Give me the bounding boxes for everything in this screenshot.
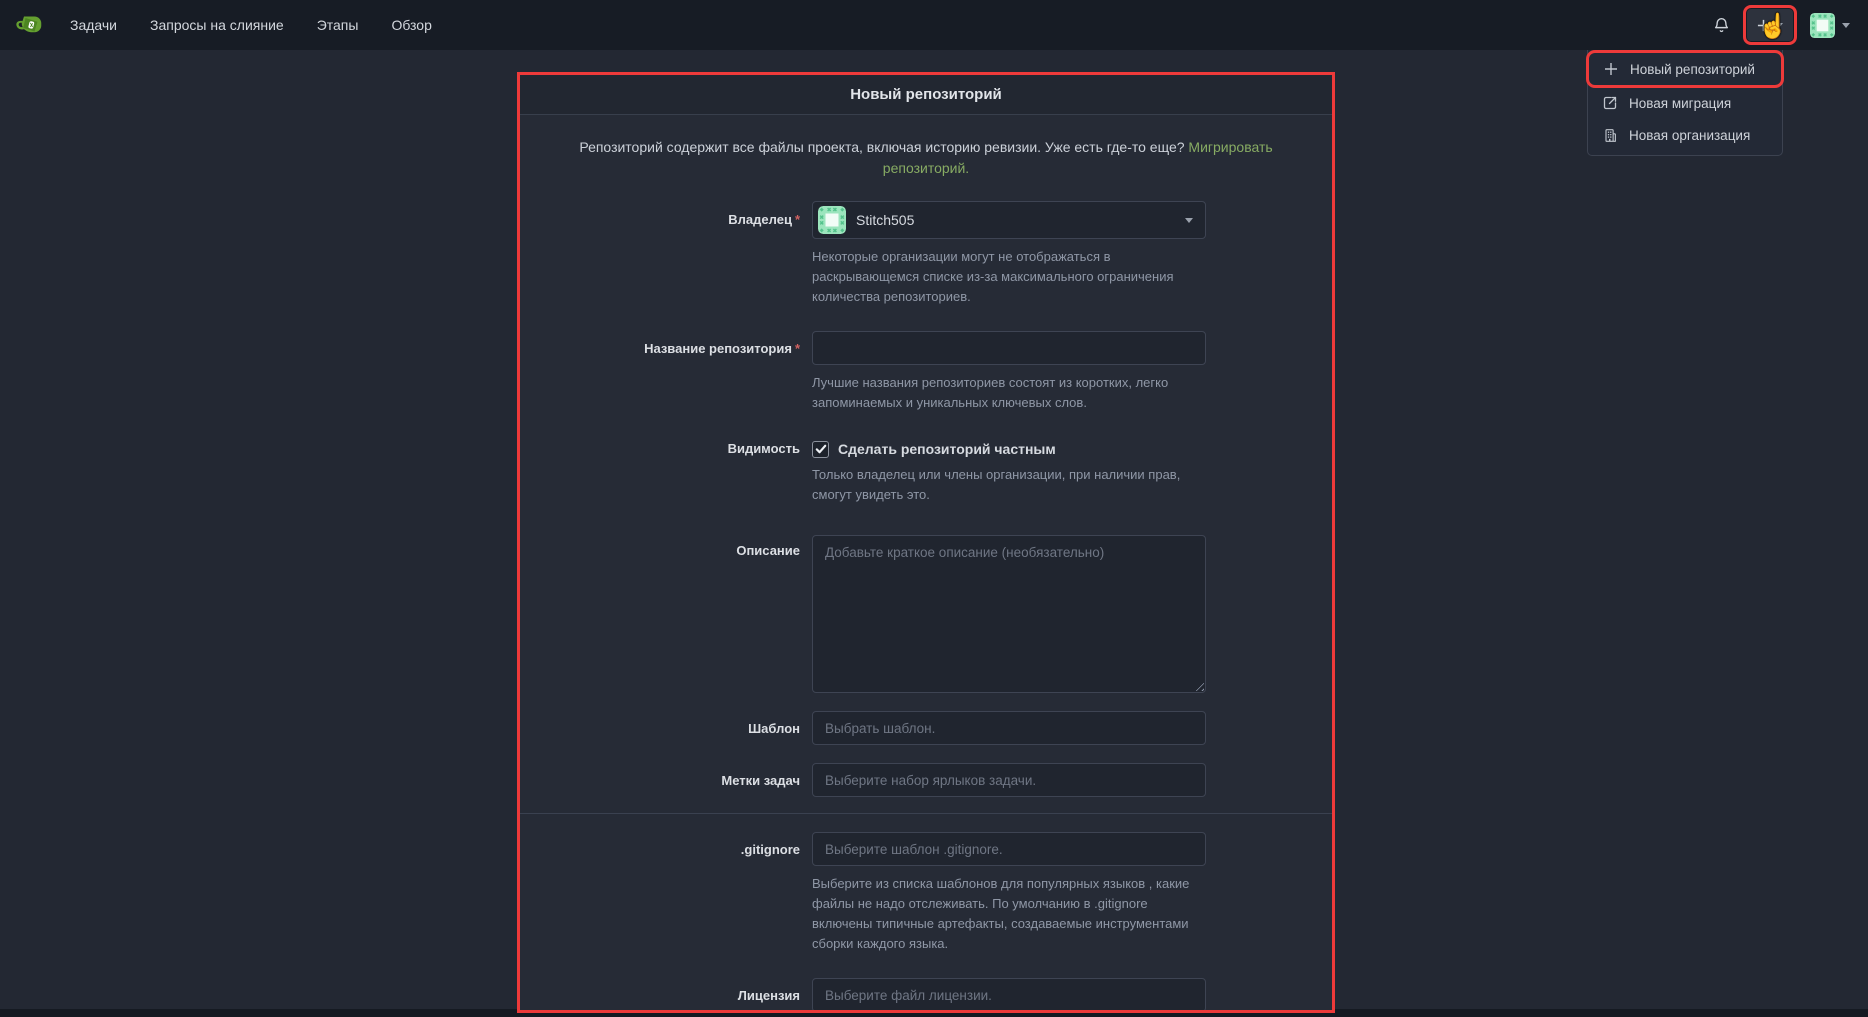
page-title: Новый репозиторий xyxy=(850,86,1002,103)
intro-text: Репозиторий содержит все файлы проекта, … xyxy=(564,137,1288,179)
annotation-box-plus-button xyxy=(1743,5,1797,45)
primary-nav: Задачи Запросы на слияние Этапы Обзор xyxy=(70,17,432,33)
nav-milestones[interactable]: Этапы xyxy=(317,17,359,33)
issue-labels-label: Метки задач xyxy=(544,763,800,797)
organization-icon xyxy=(1602,128,1618,143)
chevron-down-icon xyxy=(1842,23,1850,28)
gitignore-select[interactable] xyxy=(812,832,1206,866)
required-marker: * xyxy=(795,212,800,227)
owner-select[interactable]: Stitch505 xyxy=(812,201,1206,239)
notifications-bell-icon[interactable] xyxy=(1713,16,1730,35)
owner-value: Stitch505 xyxy=(856,212,1185,228)
license-select[interactable] xyxy=(812,978,1206,1012)
owner-field: Владелец* xyxy=(544,201,1308,307)
intro-sentence: Репозиторий содержит все файлы проекта, … xyxy=(579,139,1184,155)
private-checkbox-label[interactable]: Сделать репозиторий частным xyxy=(838,441,1056,457)
template-select[interactable] xyxy=(812,711,1206,745)
menu-item-new-repository[interactable]: Новый репозиторий xyxy=(1589,53,1781,85)
section-divider xyxy=(520,813,1332,814)
visibility-label: Видимость xyxy=(544,439,800,505)
nav-pull-requests[interactable]: Запросы на слияние xyxy=(150,17,284,33)
license-label: Лицензия xyxy=(544,978,800,1013)
gitignore-field: .gitignore Выберите из списка шаблонов д… xyxy=(544,832,1308,954)
menu-item-label: Новая организация xyxy=(1629,128,1750,143)
gitea-logo-icon[interactable] xyxy=(15,12,42,39)
migrate-icon xyxy=(1602,95,1618,111)
menu-item-new-organization[interactable]: Новая организация xyxy=(1588,119,1782,151)
required-marker: * xyxy=(795,341,800,356)
visibility-field: Видимость Сделать репозиторий частным То… xyxy=(544,439,1308,505)
owner-help: Некоторые организации могут не отображат… xyxy=(812,247,1206,307)
owner-label: Владелец* xyxy=(544,201,800,307)
issue-labels-field: Метки задач xyxy=(544,763,1308,797)
user-avatar xyxy=(1810,13,1835,38)
repo-name-input[interactable] xyxy=(812,331,1206,365)
create-new-button[interactable] xyxy=(1747,9,1793,41)
repo-name-field: Название репозитория* Лучшие названия ре… xyxy=(544,331,1308,413)
menu-item-new-migration[interactable]: Новая миграция xyxy=(1588,87,1782,119)
visibility-help: Только владелец или члены организации, п… xyxy=(812,465,1206,505)
chevron-down-icon xyxy=(1185,218,1193,223)
navbar: Задачи Запросы на слияние Этапы Обзор xyxy=(0,0,1868,50)
repo-name-label: Название репозитория* xyxy=(544,331,800,413)
panel-body: Репозиторий содержит все файлы проекта, … xyxy=(520,115,1332,1013)
panel-header: Новый репозиторий xyxy=(520,75,1332,115)
plus-icon xyxy=(1603,62,1619,76)
private-checkbox[interactable] xyxy=(812,441,829,458)
template-field: Шаблон xyxy=(544,711,1308,745)
description-label: Описание xyxy=(544,535,800,693)
user-menu[interactable] xyxy=(1810,13,1850,38)
gitignore-label: .gitignore xyxy=(544,832,800,954)
description-textarea[interactable] xyxy=(812,535,1206,693)
menu-item-label: Новая миграция xyxy=(1629,96,1731,111)
chevron-down-icon xyxy=(1775,23,1783,28)
plus-icon xyxy=(1757,19,1770,32)
description-field: Описание xyxy=(544,535,1308,693)
template-label: Шаблон xyxy=(544,711,800,745)
license-field: Лицензия Лицензия определяет, что другие… xyxy=(544,978,1308,1013)
create-dropdown-menu: Новый репозиторий Новая миграция xyxy=(1587,50,1783,156)
navbar-right xyxy=(1713,0,1850,50)
repo-name-help: Лучшие названия репозиториев состоят из … xyxy=(812,373,1206,413)
menu-item-label: Новый репозиторий xyxy=(1630,62,1755,77)
nav-explore[interactable]: Обзор xyxy=(391,17,431,33)
owner-avatar xyxy=(818,206,846,234)
nav-issues[interactable]: Задачи xyxy=(70,17,117,33)
gitignore-help: Выберите из списка шаблонов для популярн… xyxy=(812,874,1206,954)
new-repository-form-panel: Новый репозиторий Репозиторий содержит в… xyxy=(517,72,1335,1013)
annotation-box-new-repository: Новый репозиторий xyxy=(1589,53,1781,85)
issue-labels-select[interactable] xyxy=(812,763,1206,797)
